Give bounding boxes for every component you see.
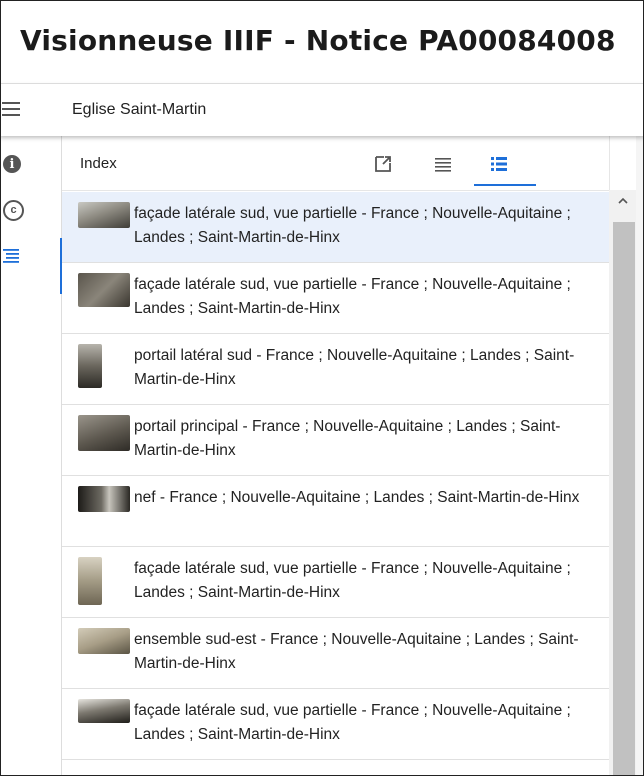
list-item[interactable]: façade latérale sud, vue partielle - Fra… <box>62 547 612 618</box>
chevron-up-icon <box>617 197 628 204</box>
list-item-label: portail latéral sud - France ; Nouvelle-… <box>134 347 575 388</box>
app-header: Visionneuse IIIF - Notice PA00084008 <box>0 0 644 84</box>
copyright-icon: c <box>3 199 24 221</box>
info-button[interactable]: i <box>0 142 62 186</box>
list-item-label: façade latérale sud, vue partielle - Fra… <box>134 702 571 743</box>
tab-open-external[interactable] <box>358 144 408 184</box>
manifest-title: Eglise Saint-Martin <box>72 101 207 118</box>
page-title: Visionneuse IIIF - Notice PA00084008 <box>20 24 616 57</box>
thumbnail-list-icon <box>491 157 507 171</box>
list-item-label: nef - France ; Nouvelle-Aquitaine ; Land… <box>134 489 580 506</box>
thumbnail-image <box>78 486 130 512</box>
list-item[interactable]: ensemble sud-est - France ; Nouvelle-Aqu… <box>62 618 612 689</box>
left-sidebar: i c <box>0 136 62 776</box>
panel-title: Index <box>80 155 117 172</box>
list-item[interactable]: portail principal - France ; Nouvelle-Aq… <box>62 405 612 476</box>
thumbnail-image <box>78 557 102 605</box>
thumbnail-image <box>78 415 130 451</box>
list-item[interactable]: façade latérale sud, vue partielle - Fra… <box>62 689 612 760</box>
list-item[interactable]: façade latérale sud, vue partielle - Fra… <box>62 263 612 334</box>
list-item-label: portail principal - France ; Nouvelle-Aq… <box>134 418 561 459</box>
list-item-label: façade latérale sud, vue partielle - Fra… <box>134 205 571 246</box>
tab-thumbnail-list[interactable] <box>474 144 536 186</box>
panel-header: Index <box>62 136 609 191</box>
list-item[interactable]: portail latéral sud - France ; Nouvelle-… <box>62 334 612 405</box>
list-item-label: façade latérale sud, vue partielle - Fra… <box>134 560 571 601</box>
index-panel: Index façade latérale sud, vue partielle… <box>62 136 612 776</box>
thumbnail-image <box>78 202 130 228</box>
copyright-button[interactable]: c <box>0 188 62 232</box>
index-list: façade latérale sud, vue partielle - Fra… <box>62 192 612 760</box>
index-list-icon <box>3 249 19 263</box>
open-external-icon <box>375 156 391 172</box>
scroll-gutter-top <box>609 136 636 190</box>
list-item[interactable]: façade latérale sud, vue partielle - Fra… <box>62 192 612 263</box>
vertical-scrollbar[interactable] <box>609 190 636 776</box>
menu-bar: Eglise Saint-Martin <box>0 84 644 136</box>
thumbnail-image <box>78 699 130 723</box>
info-icon: i <box>3 155 21 173</box>
hamburger-menu-icon[interactable] <box>2 98 24 120</box>
scroll-up-button[interactable] <box>609 190 636 212</box>
list-item-label: ensemble sud-est - France ; Nouvelle-Aqu… <box>134 631 579 672</box>
index-button[interactable] <box>0 234 62 294</box>
thumbnail-image <box>78 344 102 388</box>
scroll-thumb[interactable] <box>613 222 635 776</box>
compact-list-icon <box>435 158 451 172</box>
tab-compact-list[interactable] <box>418 144 468 184</box>
list-item-label: façade latérale sud, vue partielle - Fra… <box>134 276 571 317</box>
viewer-edge <box>636 136 644 776</box>
thumbnail-image <box>78 628 130 654</box>
list-item[interactable]: nef - France ; Nouvelle-Aquitaine ; Land… <box>62 476 612 547</box>
thumbnail-image <box>78 273 130 307</box>
